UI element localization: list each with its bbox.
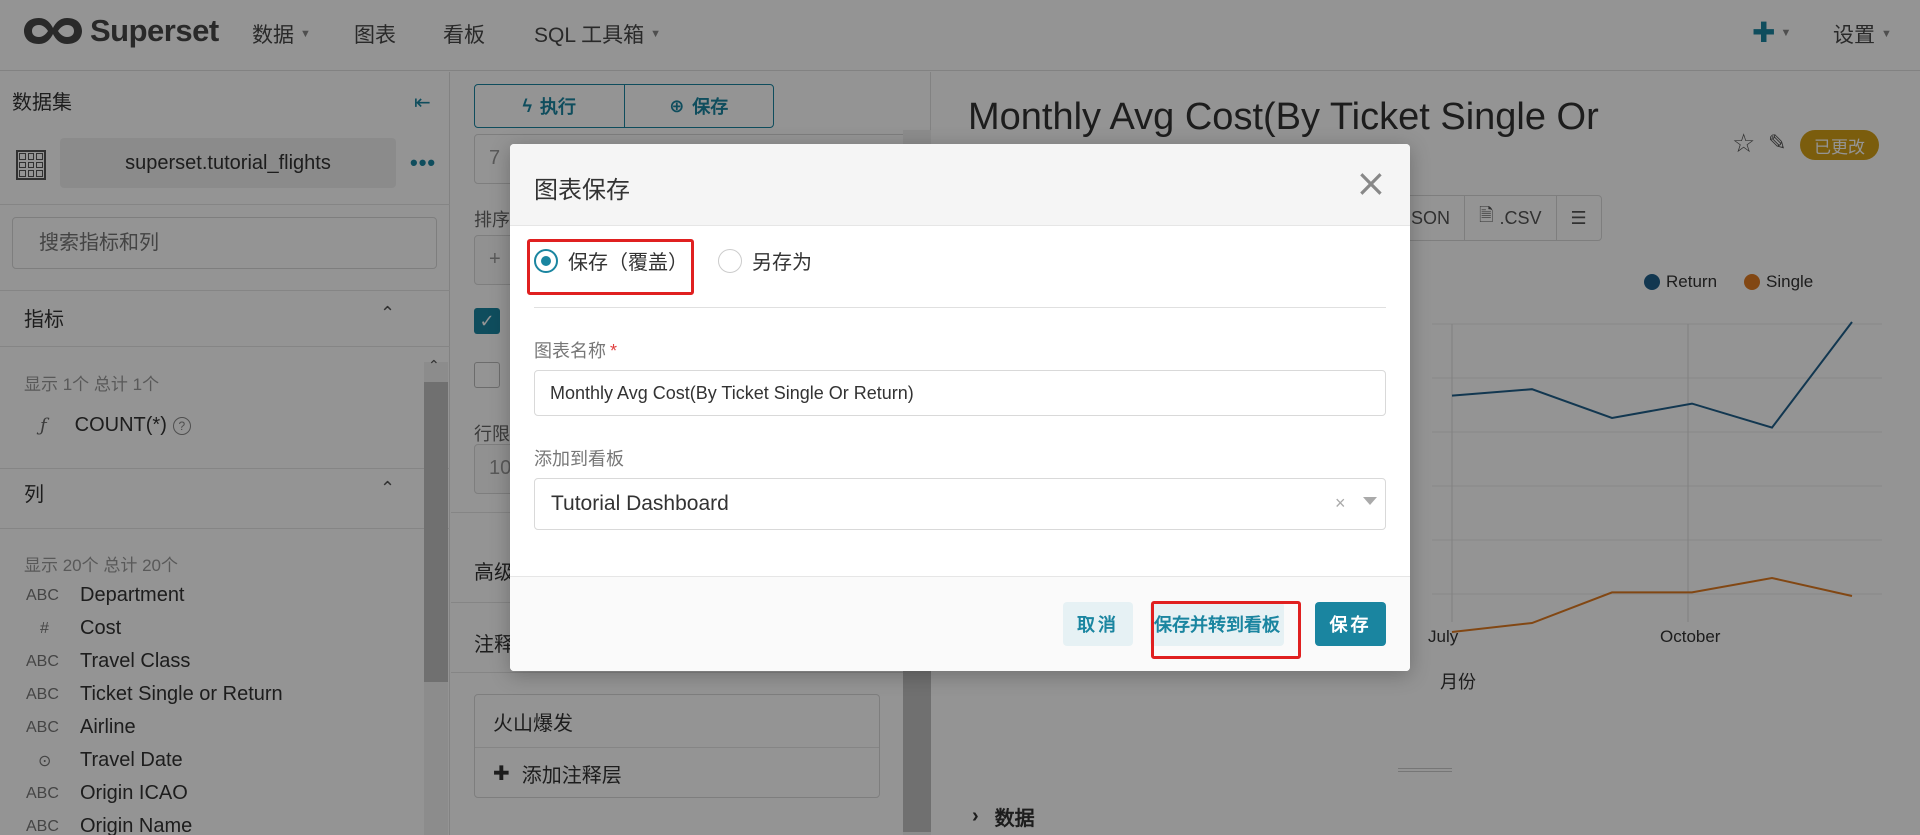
chart-name-input[interactable] [534, 370, 1386, 416]
cancel-button[interactable]: 取消 [1063, 602, 1133, 646]
radio-save-as-label: 另存为 [752, 252, 812, 274]
chart-name-label: 图表名称 * [534, 337, 617, 363]
required-mark: * [610, 341, 618, 361]
radio-save-as[interactable]: 另存为 [718, 246, 812, 275]
modal-title: 图表保存 [534, 177, 630, 204]
chevron-down-icon[interactable] [1363, 497, 1377, 505]
highlight-box [527, 239, 694, 295]
dashboard-select-value: Tutorial Dashboard [551, 492, 729, 515]
highlight-box [1151, 601, 1301, 659]
divider [534, 307, 1386, 308]
dashboard-select[interactable]: Tutorial Dashboard × [534, 478, 1386, 530]
modal-header: 图表保存 × [510, 144, 1410, 226]
add-to-dashboard-label: 添加到看板 [534, 449, 624, 469]
clear-icon[interactable]: × [1335, 493, 1346, 514]
close-icon[interactable]: × [1355, 164, 1387, 202]
chart-name-label-text: 图表名称 [534, 341, 606, 361]
save-button[interactable]: 保存 [1315, 602, 1386, 646]
radio-unselected-icon [718, 248, 742, 273]
save-chart-modal: 图表保存 × 保存（覆盖） 另存为 图表名称* 添加到看板 Tutorial D… [510, 144, 1410, 671]
